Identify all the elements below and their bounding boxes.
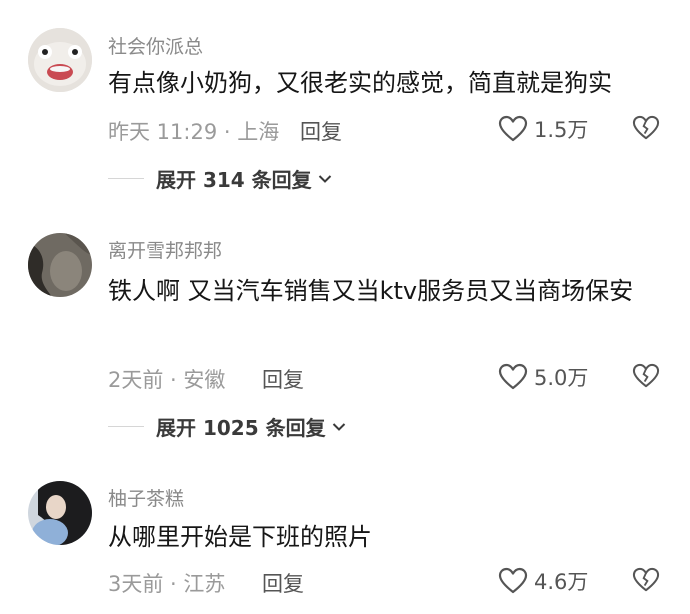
expand-replies-label: 展开 314 条回复 xyxy=(156,168,312,192)
comment-text: 有点像小奶狗，又很老实的感觉，简直就是狗实 xyxy=(108,69,612,97)
heart-outline-icon xyxy=(498,363,528,391)
heart-outline-icon xyxy=(498,567,528,595)
expand-replies-label: 展开 1025 条回复 xyxy=(156,416,326,440)
expand-replies-button[interactable]: 展开 1025 条回复 xyxy=(108,412,346,441)
comment-text: 铁人啊 又当汽车销售又当ktv服务员又当商场保安 xyxy=(108,277,634,305)
like-button[interactable]: 5.0万 xyxy=(498,362,588,392)
like-button[interactable]: 4.6万 xyxy=(498,566,588,596)
comment-meta: 2天前 · 安徽 xyxy=(108,368,226,392)
chevron-down-icon xyxy=(318,174,332,184)
username[interactable]: 柚子茶糕 xyxy=(108,484,184,511)
comment-text: 从哪里开始是下班的照片 xyxy=(108,523,372,551)
divider xyxy=(108,178,144,179)
dislike-button[interactable] xyxy=(632,567,660,593)
username[interactable]: 离开雪邦邦邦 xyxy=(108,236,222,263)
broken-heart-icon xyxy=(632,567,660,593)
avatar[interactable] xyxy=(28,28,92,92)
username[interactable]: 社会你派总 xyxy=(108,32,203,59)
heart-outline-icon xyxy=(498,115,528,143)
like-count: 4.6万 xyxy=(534,570,589,594)
like-button[interactable]: 1.5万 xyxy=(498,114,588,144)
dislike-button[interactable] xyxy=(632,115,660,141)
avatar[interactable] xyxy=(28,481,92,545)
avatar[interactable] xyxy=(28,233,92,297)
like-count: 5.0万 xyxy=(534,366,589,390)
reply-button[interactable]: 回复 xyxy=(262,364,304,394)
comment-meta: 昨天 11:29 · 上海 xyxy=(108,120,280,144)
broken-heart-icon xyxy=(632,363,660,389)
like-count: 1.5万 xyxy=(534,118,589,142)
divider xyxy=(108,426,144,427)
comment-meta: 3天前 · 江苏 xyxy=(108,572,226,596)
chevron-down-icon xyxy=(332,422,346,432)
expand-replies-button[interactable]: 展开 314 条回复 xyxy=(108,164,332,193)
reply-button[interactable]: 回复 xyxy=(300,116,342,146)
dislike-button[interactable] xyxy=(632,363,660,389)
broken-heart-icon xyxy=(632,115,660,141)
reply-button[interactable]: 回复 xyxy=(262,568,304,598)
